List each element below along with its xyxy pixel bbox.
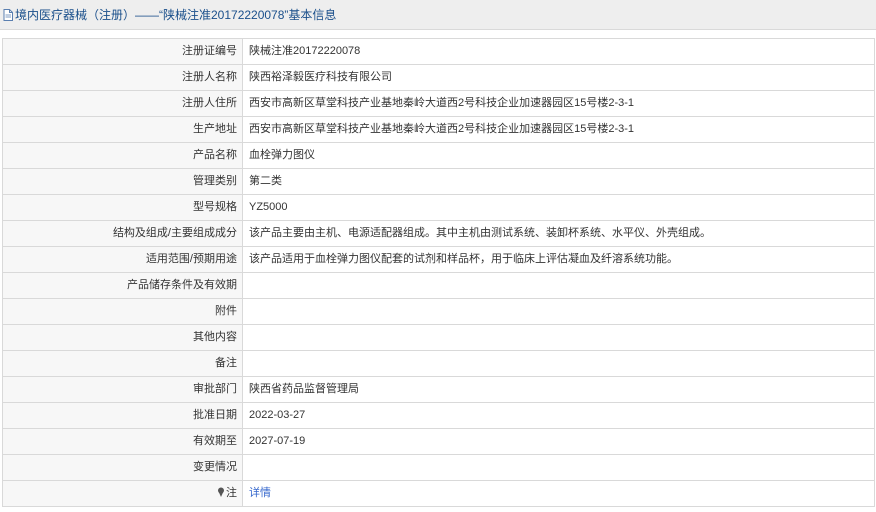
row-label: 审批部门 [2, 376, 243, 403]
table-row: 注册证编号 陕械注准20172220078 [2, 38, 875, 65]
note-value-cell: 详情 [242, 480, 875, 507]
details-link[interactable]: 详情 [249, 487, 271, 499]
table-row: 备注 [2, 350, 875, 377]
page-header: 境内医疗器械（注册）——“陕械注准20172220078”基本信息 [0, 0, 876, 30]
row-value: 西安市高新区草堂科技产业基地秦岭大道西2号科技企业加速器园区15号楼2-3-1 [242, 116, 875, 143]
note-label-cell: 注 [2, 480, 243, 507]
row-label: 注册人名称 [2, 64, 243, 91]
table-row: 批准日期 2022-03-27 [2, 402, 875, 429]
row-value [242, 350, 875, 377]
row-label: 批准日期 [2, 402, 243, 429]
table-row: 适用范围/预期用途 该产品适用于血栓弹力图仪配套的试剂和样品杯，用于临床上评估凝血… [2, 246, 875, 273]
table-row: 有效期至 2027-07-19 [2, 428, 875, 455]
row-value: 2027-07-19 [242, 428, 875, 455]
table-row: 变更情况 [2, 454, 875, 481]
pin-icon [218, 487, 224, 497]
row-label: 适用范围/预期用途 [2, 246, 243, 273]
table-row: 生产地址 西安市高新区草堂科技产业基地秦岭大道西2号科技企业加速器园区15号楼2-… [2, 116, 875, 143]
row-label: 管理类别 [2, 168, 243, 195]
page-title: 境内医疗器械（注册）——“陕械注准20172220078”基本信息 [15, 8, 337, 22]
row-value: 陕西裕泽毅医疗科技有限公司 [242, 64, 875, 91]
row-value [242, 298, 875, 325]
row-label: 注册人住所 [2, 90, 243, 117]
row-label: 有效期至 [2, 428, 243, 455]
row-label: 备注 [2, 350, 243, 377]
row-value: 2022-03-27 [242, 402, 875, 429]
row-value: 陕械注准20172220078 [242, 38, 875, 65]
note-label: 注 [226, 487, 237, 499]
row-value [242, 272, 875, 299]
table-row: 管理类别 第二类 [2, 168, 875, 195]
row-label: 其他内容 [2, 324, 243, 351]
row-value [242, 454, 875, 481]
document-icon [3, 8, 13, 21]
row-value: YZ5000 [242, 194, 875, 221]
info-table: 注册证编号 陕械注准20172220078 注册人名称 陕西裕泽毅医疗科技有限公司 注册… [2, 38, 875, 507]
row-value: 血栓弹力图仪 [242, 142, 875, 169]
row-value: 陕西省药品监督管理局 [242, 376, 875, 403]
row-label: 注册证编号 [2, 38, 243, 65]
row-value: 该产品主要由主机、电源适配器组成。其中主机由测试系统、装卸杯系统、水平仪、外壳组… [242, 220, 875, 247]
row-value: 该产品适用于血栓弹力图仪配套的试剂和样品杯，用于临床上评估凝血及纤溶系统功能。 [242, 246, 875, 273]
row-value: 第二类 [242, 168, 875, 195]
table-row: 其他内容 [2, 324, 875, 351]
table-row: 结构及组成/主要组成成分 该产品主要由主机、电源适配器组成。其中主机由测试系统、装… [2, 220, 875, 247]
table-row: 审批部门 陕西省药品监督管理局 [2, 376, 875, 403]
row-label: 产品储存条件及有效期 [2, 272, 243, 299]
row-value [242, 324, 875, 351]
table-row: 产品储存条件及有效期 [2, 272, 875, 299]
row-label: 变更情况 [2, 454, 243, 481]
table-row: 型号规格 YZ5000 [2, 194, 875, 221]
table-row: 注册人住所 西安市高新区草堂科技产业基地秦岭大道西2号科技企业加速器园区15号楼2… [2, 90, 875, 117]
table-row: 注册人名称 陕西裕泽毅医疗科技有限公司 [2, 64, 875, 91]
row-value: 西安市高新区草堂科技产业基地秦岭大道西2号科技企业加速器园区15号楼2-3-1 [242, 90, 875, 117]
row-label: 附件 [2, 298, 243, 325]
table-row: 附件 [2, 298, 875, 325]
note-row: 注详情 [2, 480, 875, 507]
row-label: 生产地址 [2, 116, 243, 143]
row-label: 结构及组成/主要组成成分 [2, 220, 243, 247]
table-row: 产品名称 血栓弹力图仪 [2, 142, 875, 169]
row-label: 产品名称 [2, 142, 243, 169]
row-label: 型号规格 [2, 194, 243, 221]
